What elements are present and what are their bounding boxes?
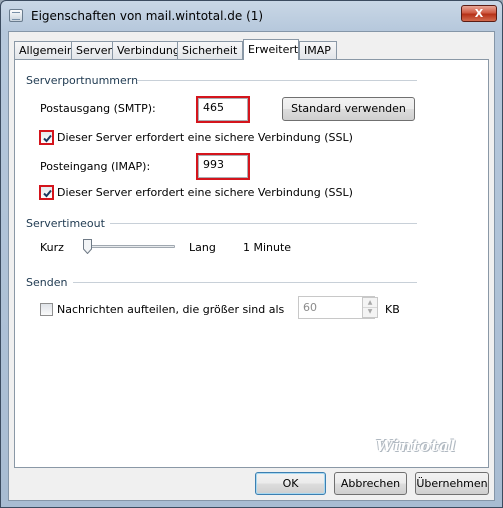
group-divider [73, 282, 417, 284]
tab-erweitert[interactable]: Erweitert [243, 39, 299, 60]
timeout-long-label: Lang [189, 241, 216, 254]
tab-server[interactable]: Server [71, 41, 113, 59]
imap-ssl-label[interactable]: Dieser Server erfordert eine sichere Ver… [57, 186, 353, 199]
imap-port-label: Posteingang (IMAP): [40, 160, 151, 173]
tab-verbindung[interactable]: Verbindung [112, 41, 180, 59]
checkmark-icon [43, 189, 52, 198]
tab-strip: Allgemein Server Verbindung Sicherheit E… [14, 39, 494, 60]
split-size-spinner[interactable]: ▲ ▼ [362, 297, 378, 318]
group-divider [137, 80, 417, 82]
checkmark-icon [43, 134, 52, 143]
smtp-ssl-label[interactable]: Dieser Server erfordert eine sichere Ver… [57, 131, 353, 144]
split-messages-checkbox[interactable] [40, 303, 53, 316]
timeout-slider-thumb[interactable] [83, 239, 93, 254]
standard-button[interactable]: Standard verwenden [282, 97, 415, 121]
smtp-ssl-checkbox[interactable] [39, 130, 54, 145]
spin-down-icon[interactable]: ▼ [363, 307, 377, 316]
group-title-timeout: Servertimeout [26, 217, 105, 230]
ok-button[interactable]: OK [255, 472, 326, 495]
mail-account-icon [9, 9, 23, 22]
cancel-button[interactable]: Abbrechen [334, 472, 407, 495]
title-bar[interactable]: Eigenschaften von mail.wintotal.de (1) X [1, 1, 502, 31]
tab-sicherheit[interactable]: Sicherheit [177, 41, 243, 59]
properties-window: Eigenschaften von mail.wintotal.de (1) X… [0, 0, 503, 508]
split-messages-label[interactable]: Nachrichten aufteilen, die größer sind a… [57, 303, 284, 316]
split-size-unit: KB [385, 303, 400, 316]
imap-highlight-box [196, 153, 250, 180]
smtp-port-label: Postausgang (SMTP): [40, 102, 156, 115]
close-button[interactable]: X [461, 5, 497, 22]
wintotal-watermark: Wintotal [376, 437, 457, 455]
dialog-client: Allgemein Server Verbindung Sicherheit E… [8, 31, 495, 501]
group-title-send: Senden [26, 276, 68, 289]
timeout-slider-track[interactable] [83, 245, 175, 248]
tab-imap[interactable]: IMAP [299, 41, 337, 59]
apply-button[interactable]: Übernehmen [415, 472, 489, 495]
smtp-highlight-box [196, 96, 250, 123]
tab-allgemein[interactable]: Allgemein [14, 41, 74, 59]
window-title: Eigenschaften von mail.wintotal.de (1) [31, 9, 264, 23]
imap-ssl-checkbox[interactable] [39, 185, 54, 200]
tab-panel-erweitert: Serverportnummern Postausgang (SMTP): 46… [14, 59, 489, 468]
timeout-value-text: 1 Minute [243, 241, 292, 254]
group-divider [110, 223, 417, 225]
group-title-serverports: Serverportnummern [26, 74, 139, 87]
timeout-short-label: Kurz [40, 241, 64, 254]
